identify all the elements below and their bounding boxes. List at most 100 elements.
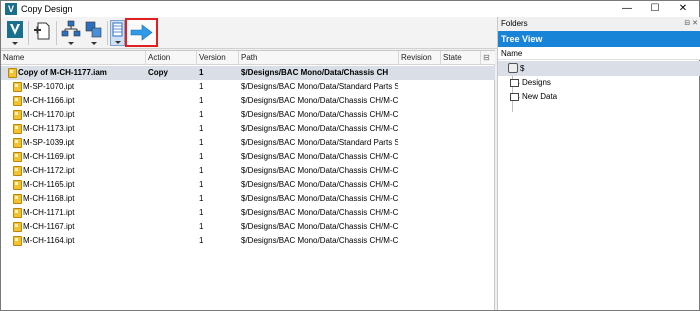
cell-state — [443, 122, 481, 136]
copy-options-button[interactable] — [84, 20, 104, 46]
table-row[interactable]: M-CH-1164.ipt 1 $/Designs/BAC Mono/Data/Ch… — [1, 234, 495, 248]
minimize-button[interactable]: — — [613, 1, 641, 17]
cell-path: $/Designs/BAC Mono/Data/Chassis CH/M-C..… — [241, 236, 398, 245]
cell-revision — [401, 234, 439, 248]
cell-action — [148, 164, 196, 178]
cell-action — [148, 150, 196, 164]
grid-header: Name Action Version Path Revision State … — [1, 51, 495, 65]
part-file-icon — [13, 82, 22, 92]
table-row[interactable]: M-SP-1039.ipt 1 $/Designs/BAC Mono/Data/St… — [1, 136, 495, 150]
hierarchy-icon — [61, 20, 81, 37]
tree-item-root[interactable]: $ — [498, 61, 700, 76]
arrow-right-icon — [130, 24, 153, 41]
cell-revision — [401, 136, 439, 150]
select-structure-button[interactable] — [60, 20, 82, 46]
cell-version: 1 — [199, 138, 204, 147]
cell-revision — [401, 178, 439, 192]
table-row[interactable]: Copy of M-CH-1177.iam Copy 1 $/Designs/BAC … — [1, 66, 495, 80]
cell-path: $/Designs/BAC Mono/Data/Chassis CH/M-C..… — [241, 110, 398, 119]
cell-path: $/Designs/BAC Mono/Data/Standard Parts S… — [241, 138, 398, 147]
cell-name: M-CH-1164.ipt — [23, 236, 75, 245]
cell-name: M-SP-1039.ipt — [23, 138, 75, 147]
copy-design-grid: Name Action Version Path Revision State … — [1, 50, 495, 310]
grid-view-icon — [112, 22, 123, 37]
tree-item-new-data[interactable]: New Data — [498, 90, 700, 104]
cell-version: 1 — [199, 82, 204, 91]
close-button[interactable]: ✕ — [669, 1, 697, 17]
cell-state — [443, 94, 481, 108]
maximize-button[interactable]: ☐ — [641, 1, 669, 17]
cell-action — [148, 206, 196, 220]
toolbar — [1, 17, 497, 49]
cell-revision — [401, 122, 439, 136]
cell-name: M-SP-1070.ipt — [23, 82, 75, 91]
pin-close-icon[interactable]: ⊟ ✕ — [684, 17, 698, 31]
toolbar-separator — [56, 21, 57, 45]
cell-name: M-CH-1166.ipt — [23, 96, 75, 105]
column-header-state[interactable]: State — [441, 51, 481, 65]
column-header-path[interactable]: Path — [239, 51, 399, 65]
cell-state — [443, 136, 481, 150]
next-button[interactable] — [125, 18, 158, 47]
column-header-name[interactable]: Name — [1, 51, 146, 65]
chevron-down-icon — [114, 41, 121, 44]
cell-path: $/Designs/BAC Mono/Data/Standard Parts S… — [241, 82, 398, 91]
table-row[interactable]: M-CH-1165.ipt 1 $/Designs/BAC Mono/Data/Ch… — [1, 178, 495, 192]
cell-state — [443, 234, 481, 248]
column-header-version[interactable]: Version — [197, 51, 239, 65]
tree-item-label: $ — [520, 64, 525, 73]
toolbar-separator — [107, 21, 108, 45]
cell-path: $/Designs/BAC Mono/Data/Chassis CH/M-C..… — [241, 96, 398, 105]
cell-state — [443, 220, 481, 234]
table-row[interactable]: M-CH-1172.ipt 1 $/Designs/BAC Mono/Data/Ch… — [1, 164, 495, 178]
cell-action — [148, 178, 196, 192]
column-header-action[interactable]: Action — [146, 51, 197, 65]
cell-action — [148, 234, 196, 248]
cell-revision — [401, 150, 439, 164]
tree-item-label: New Data — [522, 92, 558, 101]
table-row[interactable]: M-CH-1169.ipt 1 $/Designs/BAC Mono/Data/Ch… — [1, 150, 495, 164]
pane-title-bar: Folders ⊟ ✕ — [498, 17, 700, 31]
folder-icon — [510, 79, 519, 87]
cell-action — [148, 94, 196, 108]
cell-revision — [401, 206, 439, 220]
table-row[interactable]: M-CH-1171.ipt 1 $/Designs/BAC Mono/Data/Ch… — [1, 206, 495, 220]
cell-action — [148, 192, 196, 206]
cell-name: M-CH-1169.ipt — [23, 152, 75, 161]
part-file-icon — [13, 180, 22, 190]
table-row[interactable]: M-CH-1167.ipt 1 $/Designs/BAC Mono/Data/Ch… — [1, 220, 495, 234]
part-file-icon — [13, 166, 22, 176]
chevron-down-icon — [12, 42, 18, 45]
tree-column-header-name[interactable]: Name — [498, 47, 700, 60]
cell-path: $/Designs/BAC Mono/Data/Chassis CH/M-C..… — [241, 208, 398, 217]
cell-path: $/Designs/BAC Mono/Data/Chassis CH/M-C..… — [241, 194, 398, 203]
chevron-down-icon — [91, 42, 97, 45]
toolbar-separator — [28, 21, 29, 45]
part-file-icon — [13, 152, 22, 162]
table-row[interactable]: M-CH-1173.ipt 1 $/Designs/BAC Mono/Data/Ch… — [1, 122, 495, 136]
vault-menu-button[interactable] — [5, 20, 25, 46]
table-row[interactable]: M-CH-1166.ipt 1 $/Designs/BAC Mono/Data/Ch… — [1, 94, 495, 108]
part-file-icon — [13, 110, 22, 120]
cell-state — [443, 80, 481, 94]
cell-version: 1 — [199, 208, 204, 217]
cell-version: 1 — [199, 110, 204, 119]
cell-version: 1 — [199, 194, 204, 203]
table-row[interactable]: M-CH-1170.ipt 1 $/Designs/BAC Mono/Data/Ch… — [1, 108, 495, 122]
copy-design-window: V Copy Design — ☐ ✕ Name Action Version … — [0, 0, 700, 311]
vault-app-icon: V — [5, 3, 17, 15]
table-row[interactable]: M-SP-1070.ipt 1 $/Designs/BAC Mono/Data/St… — [1, 80, 495, 94]
cell-version: 1 — [199, 222, 204, 231]
vault-root-icon — [508, 63, 518, 73]
column-chooser-icon[interactable]: ⊟ — [481, 51, 495, 65]
title-bar: V Copy Design — ☐ ✕ — [1, 1, 699, 17]
grid-view-button[interactable] — [110, 20, 125, 46]
tree-item-designs[interactable]: Designs — [498, 76, 700, 90]
add-files-button[interactable] — [32, 20, 52, 46]
cell-state — [443, 206, 481, 220]
cell-state — [443, 192, 481, 206]
cell-revision — [401, 108, 439, 122]
table-row[interactable]: M-CH-1168.ipt 1 $/Designs/BAC Mono/Data/Ch… — [1, 192, 495, 206]
cell-state — [443, 178, 481, 192]
column-header-revision[interactable]: Revision — [399, 51, 441, 65]
